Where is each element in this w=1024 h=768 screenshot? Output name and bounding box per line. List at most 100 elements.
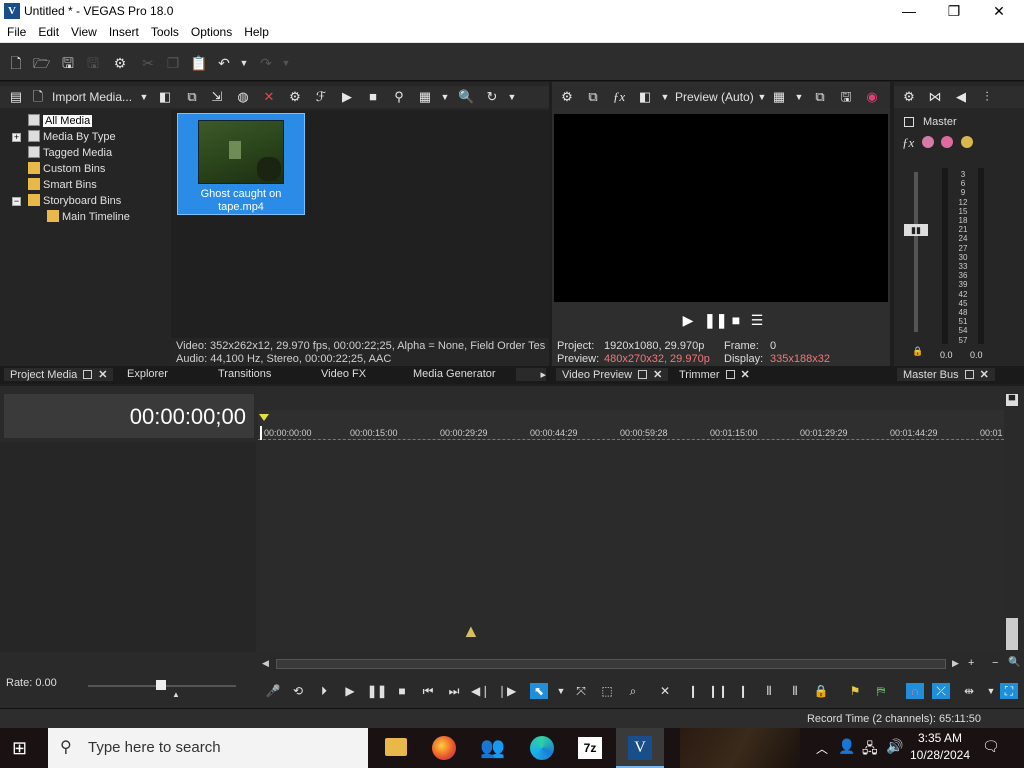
pause-icon[interactable]: ❚❚ (367, 683, 387, 699)
master-checkbox[interactable] (904, 117, 914, 127)
capture-icon[interactable]: ◧ (157, 89, 173, 105)
float-icon[interactable] (964, 370, 974, 379)
save-as-icon[interactable]: 🖫 (85, 55, 101, 71)
menu-tools[interactable]: Tools (144, 23, 184, 39)
volume-icon[interactable]: 🔊 (886, 738, 903, 755)
auto-preview-icon[interactable]: ⚲ (391, 89, 407, 105)
automation-icon[interactable] (922, 136, 934, 148)
tab-master-bus[interactable]: Master Bus ✕ (897, 368, 995, 381)
playhead-marker-icon[interactable] (259, 414, 269, 421)
zoom-tool-icon[interactable]: ⌕ (624, 683, 642, 699)
undo-dropdown-icon[interactable]: ▼ (236, 55, 252, 71)
scroll-right-icon[interactable]: ▶ (952, 658, 959, 669)
remove-unused-icon[interactable]: ⇲ (209, 89, 225, 105)
clock-time[interactable]: 3:35 AM (910, 731, 970, 745)
marker-icon[interactable]: ⚑ (846, 683, 864, 699)
horizontal-scrollbar[interactable] (276, 659, 946, 669)
tab-scroll-right-icon[interactable]: ▸ (516, 368, 546, 381)
master-fx-icon[interactable]: ƒx (902, 135, 914, 151)
notifications-icon[interactable]: 🗨 (982, 738, 1000, 756)
menu-options[interactable]: Options (184, 23, 237, 39)
loop-playback-icon[interactable]: ⟲ (289, 683, 307, 699)
close-icon[interactable]: ✕ (98, 369, 107, 381)
new-file-icon[interactable]: 🗋 (8, 55, 24, 71)
web-media-icon[interactable]: ◍ (235, 89, 251, 105)
network-icon[interactable]: 🖧 (862, 738, 878, 762)
import-media-icon[interactable]: 🗋 (30, 89, 46, 105)
delete-icon[interactable]: ✕ (261, 89, 277, 105)
mixer-icon[interactable]: ⫶ (979, 89, 995, 105)
settings-gear-icon[interactable]: ⚙ (112, 55, 128, 71)
rate-slider-handle[interactable] (156, 680, 166, 690)
preview-menu-icon[interactable]: ☰ (749, 312, 765, 328)
marker-bar-icon[interactable]: ▀ (1006, 394, 1018, 406)
cut-icon[interactable]: ✂ (140, 55, 156, 71)
vegas-taskbar-button[interactable]: V (616, 728, 664, 768)
show-hidden-icons-icon[interactable]: ︿ (816, 740, 828, 757)
ripple-edit-icon[interactable]: ⇹ (960, 683, 978, 699)
close-icon[interactable]: ✕ (653, 369, 662, 381)
clock-date[interactable]: 10/28/2024 (906, 748, 974, 762)
envelope-tool-icon[interactable]: ⤧ (572, 683, 590, 699)
stop-icon[interactable]: ■ (393, 683, 411, 699)
float-icon[interactable] (725, 370, 735, 379)
float-icon[interactable] (638, 370, 648, 379)
save-snapshot-icon[interactable]: 🖫 (838, 89, 854, 105)
tree-item-main-timeline[interactable]: Main Timeline (47, 209, 130, 225)
file-explorer-icon[interactable] (385, 738, 407, 756)
paste-icon[interactable]: 📋 (190, 55, 207, 71)
maximize-button[interactable]: ❐ (931, 0, 977, 23)
rate-reset-icon[interactable]: ▲ (172, 690, 180, 699)
preview-pause-icon[interactable]: ❚❚ (704, 312, 727, 328)
next-frame-icon[interactable]: ❘▶ (497, 683, 516, 699)
menu-edit[interactable]: Edit (31, 23, 64, 39)
split-screen-icon[interactable]: ◧ (637, 89, 653, 105)
delete-disabled-icon[interactable]: ✕ (656, 683, 674, 699)
vertical-scrollbar[interactable] (1006, 618, 1018, 650)
lock-icon[interactable]: 🔒 (912, 346, 923, 357)
people-tray-icon[interactable]: 👤 (838, 738, 855, 755)
master-fader-handle[interactable]: ▮▮ (904, 224, 928, 236)
media-view-icon[interactable]: ▤ (8, 89, 24, 105)
views-icon[interactable]: ▦ (417, 89, 433, 105)
play-icon[interactable]: ▶ (339, 89, 355, 105)
menu-help[interactable]: Help (237, 23, 274, 39)
video-fx-icon[interactable]: ƒx (611, 89, 627, 105)
search-icon[interactable]: 🔍 (458, 89, 474, 105)
media-clip-tile[interactable]: Ghost caught on tape.mp4 (177, 113, 305, 215)
windows-start-icon[interactable]: ⊞ (12, 738, 32, 758)
lock-envelopes-icon[interactable]: ⛶ (1000, 683, 1018, 699)
minimize-button[interactable]: — (886, 0, 932, 23)
auto-crossfade-icon[interactable]: ⤫ (932, 683, 950, 699)
taskbar-search-box[interactable]: ⚲ Type here to search (48, 728, 368, 768)
tree-item-smart-bins[interactable]: Smart Bins (28, 177, 97, 193)
close-button[interactable]: ✕ (976, 0, 1022, 23)
split-events-icon[interactable]: ⦀ (786, 683, 804, 699)
region-icon[interactable]: ⛿ (872, 683, 890, 699)
undo-icon[interactable]: ↶ (216, 55, 232, 71)
copy-icon[interactable]: ❐ (165, 55, 181, 71)
tab-transitions[interactable]: Transitions (218, 368, 271, 380)
trim-start-icon[interactable]: ❙ (684, 683, 702, 699)
playhead-cursor[interactable] (260, 426, 262, 440)
save-icon[interactable]: 🖫 (60, 55, 76, 71)
tree-item-all-media[interactable]: All Media (28, 113, 93, 129)
tree-item-custom-bins[interactable]: Custom Bins (28, 161, 105, 177)
redo-dropdown-icon[interactable]: ▼ (278, 55, 294, 71)
preview-video-area[interactable] (554, 114, 888, 302)
snapping-icon[interactable]: ∩ (906, 683, 924, 699)
tree-item-tagged-media[interactable]: Tagged Media (28, 145, 112, 161)
external-monitor-icon[interactable]: ⧉ (585, 89, 601, 105)
menu-view[interactable]: View (64, 23, 102, 39)
stop-icon[interactable]: ■ (365, 89, 381, 105)
previous-frame-icon[interactable]: ◀❘ (471, 683, 490, 699)
zoom-out-icon[interactable]: − (992, 657, 998, 669)
open-folder-icon[interactable]: 🗁 (33, 55, 50, 71)
properties-gear-icon[interactable]: ⚙ (287, 89, 303, 105)
tree-item-storyboard-bins[interactable]: Storyboard Bins (28, 193, 121, 209)
close-icon[interactable]: ✕ (980, 369, 989, 381)
preview-play-icon[interactable]: ▶ (680, 312, 696, 328)
float-icon[interactable] (83, 370, 93, 379)
edit-tool-dropdown-icon[interactable]: ▼ (552, 683, 570, 699)
firefox-icon[interactable] (432, 736, 456, 760)
